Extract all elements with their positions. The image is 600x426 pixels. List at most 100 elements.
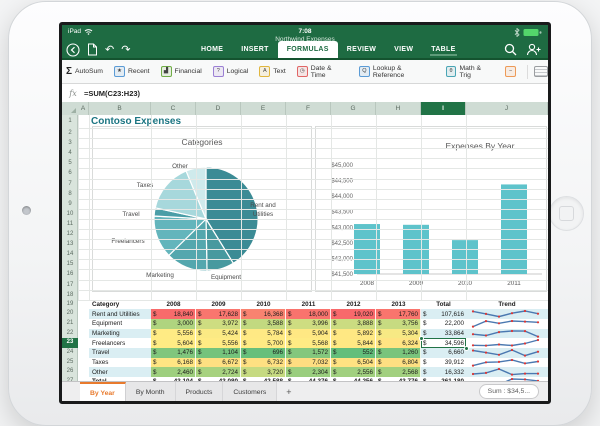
cell-value[interactable]: $18,840 (151, 309, 196, 319)
cell-value[interactable]: $17,760 (376, 309, 421, 319)
table-row-other[interactable]: Other $2,460 $2,724 $3,720 $2,304 $2,556 $2,56… (89, 367, 548, 378)
row-header-23[interactable]: 23 (62, 338, 78, 348)
sheet-tab-products[interactable]: Products (175, 382, 224, 401)
cell-value[interactable]: $552 (331, 348, 376, 358)
cell-value[interactable]: $2,724 (196, 367, 241, 378)
cell-value[interactable]: $17,628 (196, 309, 241, 319)
ribbon-tab-home[interactable]: HOME (192, 41, 232, 58)
table-header-trend[interactable]: Trend (466, 300, 548, 310)
selection-handle-bottom-right[interactable] (463, 345, 469, 351)
column-header-C[interactable]: C (151, 102, 196, 115)
table-header-2011[interactable]: 2011 (286, 300, 331, 310)
cell-value[interactable]: $3,996 (286, 318, 331, 329)
cell-value[interactable]: $3,720 (241, 367, 286, 378)
cell-total[interactable]: $107,616 (421, 309, 466, 319)
row-header-22[interactable]: 22 (62, 329, 78, 339)
cell-category[interactable]: Marketing (89, 328, 151, 339)
fn-recent[interactable]: ★ Recent (113, 66, 150, 77)
formula-input[interactable]: =SUM(C23:H23) (84, 89, 140, 98)
fn-lookup-reference[interactable]: Q Lookup & Reference (358, 65, 435, 79)
cell-value[interactable]: $2,556 (331, 367, 376, 378)
cell-value[interactable]: $1,572 (286, 348, 331, 358)
add-sheet-tab[interactable]: + (277, 382, 300, 401)
fn-text[interactable]: A Text (259, 66, 286, 77)
row-header-2[interactable]: 2 (62, 128, 78, 138)
column-header-I[interactable]: I (421, 102, 466, 115)
cell-trend[interactable] (466, 318, 548, 329)
column-header-G[interactable]: G (331, 102, 376, 115)
select-all-corner[interactable] (71, 108, 76, 113)
cell-value[interactable]: $5,784 (241, 328, 286, 339)
keyboard-icon[interactable] (534, 66, 548, 77)
cell-trend[interactable] (466, 309, 548, 319)
cell-total[interactable]: $22,200 (421, 318, 466, 329)
cell-value[interactable]: $5,568 (286, 338, 331, 348)
row-header-5[interactable]: 5 (62, 158, 78, 168)
row-header-10[interactable]: 10 (62, 209, 78, 219)
column-header-F[interactable]: F (286, 102, 331, 115)
fn-date-time[interactable]: ◷ Date & Time (296, 65, 348, 79)
cell-trend[interactable] (466, 348, 548, 358)
row-header-7[interactable]: 7 (62, 179, 78, 189)
fn-more-functions[interactable]: − (505, 66, 517, 77)
table-header-2013[interactable]: 2013 (376, 300, 421, 310)
fn-logical[interactable]: ? Logical (212, 66, 248, 77)
cell-value[interactable]: $7,032 (286, 357, 331, 368)
cell-value[interactable]: $5,556 (151, 328, 196, 339)
table-header-category[interactable]: Category (89, 300, 151, 310)
cell-value[interactable]: $6,324 (376, 338, 421, 348)
cell-value[interactable]: $18,000 (286, 309, 331, 319)
row-header-8[interactable]: 8 (62, 189, 78, 199)
cell-value[interactable]: $6,672 (196, 357, 241, 368)
sheet-tab-by-year[interactable]: By Year (80, 382, 126, 401)
cell-value[interactable]: $6,168 (151, 357, 196, 368)
row-header-18[interactable]: 18 (62, 290, 78, 300)
table-row-freelancers[interactable]: Freelancers $5,604 $5,556 $5,700 $5,568 $5,84… (89, 338, 548, 348)
cell-value[interactable]: $5,424 (196, 328, 241, 339)
fn-financial[interactable]: ▟ Financial (160, 66, 202, 77)
cell-value[interactable]: $2,460 (151, 367, 196, 378)
cell-total[interactable]: $33,864 (421, 328, 466, 339)
cell-value[interactable]: $5,904 (286, 328, 331, 339)
table-row-marketing[interactable]: Marketing $5,556 $5,424 $5,784 $5,904 $5,892 $… (89, 328, 548, 339)
ribbon-tab-insert[interactable]: INSERT (232, 41, 277, 58)
row-header-16[interactable]: 16 (62, 269, 78, 279)
new-document-icon[interactable] (87, 43, 98, 56)
column-header-D[interactable]: D (196, 102, 241, 115)
row-header-25[interactable]: 25 (62, 358, 78, 368)
cell-category[interactable]: Other (89, 367, 151, 378)
table-row-travel[interactable]: Travel $1,476 $1,104 $696 $1,572 $552 $1,260 $6… (89, 348, 548, 358)
cell-category[interactable]: Equipment (89, 318, 151, 329)
row-header-6[interactable]: 6 (62, 168, 78, 178)
redo-icon[interactable]: ↷ (121, 43, 130, 56)
row-header-24[interactable]: 24 (62, 348, 78, 358)
cell-total[interactable]: $16,332 (421, 367, 466, 378)
table-row-taxes[interactable]: Taxes $6,168 $6,672 $6,732 $7,032 $6,504 $6,80… (89, 357, 548, 368)
fn-autosum[interactable]: Σ AutoSum (66, 66, 103, 77)
row-header-9[interactable]: 9 (62, 199, 78, 209)
cell-category[interactable]: Rent and Utilities (89, 309, 151, 319)
cell-value[interactable]: $3,000 (151, 318, 196, 329)
search-icon[interactable] (504, 43, 517, 56)
cell-trend[interactable] (466, 338, 548, 348)
cell-value[interactable]: $6,732 (241, 357, 286, 368)
column-header-H[interactable]: H (376, 102, 421, 115)
cell-category[interactable]: Freelancers (89, 338, 151, 348)
table-row-rent-and-utilities[interactable]: Rent and Utilities $18,840 $17,628 $16,368 $… (89, 309, 548, 319)
column-header-J[interactable]: J (466, 102, 548, 115)
row-header-20[interactable]: 20 (62, 309, 78, 319)
share-person-icon[interactable] (526, 43, 542, 56)
cell-category[interactable]: Taxes (89, 357, 151, 368)
cell-value[interactable]: $2,304 (286, 367, 331, 378)
table-header-total[interactable]: Total (421, 300, 466, 310)
table-row-equipment[interactable]: Equipment $3,000 $3,972 $3,588 $3,996 $3,888 $… (89, 318, 548, 329)
column-header-E[interactable]: E (241, 102, 286, 115)
cell-value[interactable]: $696 (241, 348, 286, 358)
cell-trend[interactable] (466, 328, 548, 339)
cell-category[interactable]: Travel (89, 348, 151, 358)
table-header-2008[interactable]: 2008 (151, 300, 196, 310)
cell-value[interactable]: $5,700 (241, 338, 286, 348)
cell-value[interactable]: $16,368 (241, 309, 286, 319)
cell-value[interactable]: $3,756 (376, 318, 421, 329)
row-header-15[interactable]: 15 (62, 259, 78, 269)
